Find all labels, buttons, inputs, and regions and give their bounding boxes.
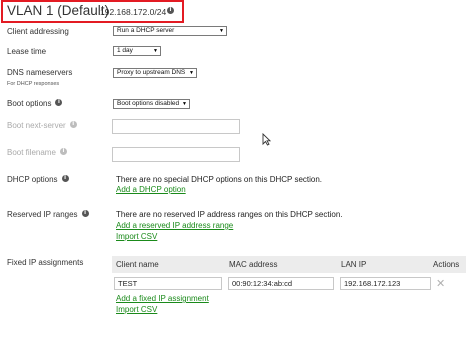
lease-time-label: Lease time <box>7 47 47 56</box>
client-addressing-value: Run a DHCP server <box>117 27 175 34</box>
dhcp-options-label-text: DHCP options <box>7 175 58 184</box>
dhcp-options-note: There are no special DHCP options on thi… <box>116 175 323 184</box>
close-icon[interactable]: ✕ <box>436 277 445 290</box>
add-fixed-assignment-link[interactable]: Add a fixed IP assignment <box>116 294 209 303</box>
client-name-input[interactable]: TEST <box>114 277 222 290</box>
info-icon[interactable]: i <box>81 210 89 218</box>
client-addressing-select[interactable]: Run a DHCP server ▼ <box>113 26 227 36</box>
reserved-ranges-note: There are no reserved IP address ranges … <box>116 210 343 219</box>
reserved-ranges-label-text: Reserved IP ranges <box>7 210 78 219</box>
lan-ip-input[interactable]: 192.168.172.123 <box>340 277 431 290</box>
client-addressing-label: Client addressing <box>7 27 69 36</box>
dns-label: DNS nameservers <box>7 68 73 77</box>
dhcp-options-label: DHCP options i <box>7 175 69 184</box>
boot-options-value: Boot options disabled <box>117 100 180 107</box>
fixed-assignments-label: Fixed IP assignments <box>7 258 84 267</box>
mac-address-input[interactable]: 00:90:12:34:ab:cd <box>228 277 334 290</box>
boot-next-server-input[interactable] <box>112 119 240 134</box>
column-header-client-name: Client name <box>116 260 159 269</box>
dns-sublabel: For DHCP responses <box>7 81 60 87</box>
boot-filename-input[interactable] <box>112 147 240 162</box>
chevron-down-icon: ▼ <box>219 28 224 34</box>
dns-select[interactable]: Proxy to upstream DNS ▼ <box>113 68 197 78</box>
lease-time-value: 1 day <box>117 47 133 54</box>
boot-options-label-text: Boot options <box>7 99 52 108</box>
boot-filename-label: Boot filename i <box>7 148 67 157</box>
dns-value: Proxy to upstream DNS <box>117 69 186 76</box>
vlan-subnet: 192.168.172.0/24 <box>100 7 167 17</box>
add-reserved-range-link[interactable]: Add a reserved IP address range <box>116 221 233 230</box>
chevron-down-icon: ▼ <box>189 70 194 76</box>
boot-options-select[interactable]: Boot options disabled ▼ <box>113 99 190 109</box>
chevron-down-icon: ▼ <box>153 48 158 54</box>
info-icon: i <box>59 148 67 156</box>
reserved-ranges-label: Reserved IP ranges i <box>7 210 89 219</box>
table-header <box>112 256 466 273</box>
column-header-actions: Actions <box>433 260 460 269</box>
boot-next-server-label-text: Boot next-server <box>7 121 66 130</box>
lease-time-select[interactable]: 1 day ▼ <box>113 46 161 56</box>
boot-options-label: Boot options i <box>7 99 63 108</box>
info-icon[interactable]: i <box>55 99 63 107</box>
boot-next-server-label: Boot next-server i <box>7 121 77 130</box>
chevron-down-icon: ▼ <box>182 101 187 107</box>
mouse-pointer-icon <box>262 133 271 146</box>
vlan-title: VLAN 1 (Default) <box>7 3 110 18</box>
column-header-lan-ip: LAN IP <box>341 260 367 269</box>
boot-filename-label-text: Boot filename <box>7 148 56 157</box>
info-icon: i <box>69 121 77 129</box>
import-csv-fixed-link[interactable]: Import CSV <box>116 305 157 314</box>
import-csv-reserved-link[interactable]: Import CSV <box>116 232 157 241</box>
column-header-mac-address: MAC address <box>229 260 278 269</box>
add-dhcp-option-link[interactable]: Add a DHCP option <box>116 185 186 194</box>
info-icon[interactable]: i <box>167 7 174 14</box>
info-icon[interactable]: i <box>61 175 69 183</box>
